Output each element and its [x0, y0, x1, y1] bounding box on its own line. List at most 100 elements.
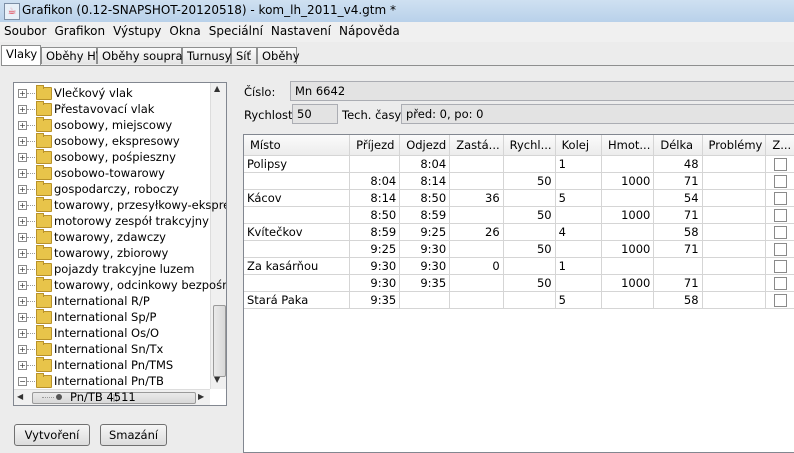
- table-cell[interactable]: 9:35: [349, 291, 401, 309]
- tree-leaf-item[interactable]: Pn/TB 4511: [14, 389, 210, 405]
- table-cell[interactable]: [449, 291, 504, 309]
- table-cell[interactable]: 5: [555, 189, 603, 207]
- tech-times-field[interactable]: před: 0, po: 0: [401, 104, 794, 124]
- tree-group-item[interactable]: + towarowy, odcinkowy bezpośred: [14, 277, 226, 293]
- menu-item-5[interactable]: Nastavení: [267, 22, 335, 38]
- expand-icon[interactable]: +: [18, 185, 27, 194]
- tab-1[interactable]: Oběhy HV: [41, 47, 104, 64]
- column-header[interactable]: Místo: [244, 135, 351, 156]
- menu-item-2[interactable]: Výstupy: [109, 22, 165, 38]
- table-cell[interactable]: 71: [653, 274, 703, 292]
- table-cell[interactable]: 9:25: [349, 240, 401, 258]
- row-checkbox-cell[interactable]: [765, 274, 794, 292]
- tree-group-item[interactable]: + motorowy zespół trakcyjny: [14, 213, 210, 229]
- table-cell[interactable]: 1: [555, 155, 603, 173]
- table-cell[interactable]: 8:50: [349, 206, 401, 224]
- menu-item-3[interactable]: Okna: [165, 22, 204, 38]
- table-cell[interactable]: [503, 257, 556, 275]
- table-cell[interactable]: Kácov: [244, 189, 351, 207]
- row-checkbox[interactable]: [774, 226, 788, 239]
- train-number-field[interactable]: Mn 6642: [290, 81, 794, 101]
- table-row[interactable]: Za kasárňou 9:30 9:30 0 1: [244, 257, 794, 275]
- table-cell[interactable]: [702, 172, 767, 190]
- table-cell[interactable]: [601, 223, 655, 241]
- table-cell[interactable]: 5: [555, 291, 603, 309]
- table-cell[interactable]: 8:59: [399, 206, 451, 224]
- table-cell[interactable]: [555, 274, 603, 292]
- tree-group-item[interactable]: + towarowy, zbiorowy: [14, 245, 210, 261]
- table-cell[interactable]: 8:04: [399, 155, 451, 173]
- table-row[interactable]: 9:25 9:30 50 1000 71: [244, 240, 794, 258]
- table-cell[interactable]: [555, 172, 603, 190]
- table-cell[interactable]: 1000: [601, 206, 655, 224]
- table-cell[interactable]: 9:30: [349, 274, 401, 292]
- row-checkbox[interactable]: [774, 175, 788, 188]
- table-row[interactable]: Polipsy 8:04 1 48: [244, 155, 794, 173]
- expand-icon[interactable]: +: [18, 361, 27, 370]
- table-cell[interactable]: Za kasárňou: [244, 257, 351, 275]
- tree-group-item[interactable]: + osobowy, ekspresowy: [14, 133, 210, 149]
- table-cell[interactable]: [601, 155, 655, 173]
- table-cell[interactable]: [702, 223, 767, 241]
- row-checkbox-cell[interactable]: [765, 291, 794, 309]
- expand-icon[interactable]: +: [18, 105, 27, 114]
- row-checkbox[interactable]: [774, 192, 788, 205]
- table-cell[interactable]: 9:30: [399, 240, 451, 258]
- expand-icon[interactable]: +: [18, 281, 27, 290]
- table-cell[interactable]: 8:14: [399, 172, 451, 190]
- tree-group-item[interactable]: + International Sn/Tx: [14, 341, 210, 357]
- table-cell[interactable]: 9:35: [399, 274, 451, 292]
- tree-vertical-scrollbar[interactable]: ▲ ▼: [210, 83, 226, 389]
- column-header[interactable]: Rychl...: [503, 135, 556, 156]
- table-cell[interactable]: 1000: [601, 172, 655, 190]
- tree-group-item[interactable]: + towarowy, zdawczy: [14, 229, 210, 245]
- collapse-icon[interactable]: −: [18, 377, 27, 386]
- table-cell[interactable]: 50: [503, 206, 556, 224]
- column-header[interactable]: Kolej: [555, 135, 603, 156]
- tree-group-item[interactable]: + International R/P: [14, 293, 210, 309]
- table-cell[interactable]: 54: [653, 189, 703, 207]
- table-cell[interactable]: 8:50: [399, 189, 451, 207]
- row-checkbox[interactable]: [774, 277, 788, 290]
- tree-group-item[interactable]: + osobowy, miejscowy: [14, 117, 210, 133]
- tree-group-item[interactable]: + International Pn/TMS: [14, 357, 210, 373]
- table-cell[interactable]: 8:59: [349, 223, 401, 241]
- row-checkbox[interactable]: [774, 243, 788, 256]
- table-cell[interactable]: 26: [449, 223, 504, 241]
- table-cell[interactable]: [244, 274, 351, 292]
- table-cell[interactable]: [653, 257, 703, 275]
- table-cell[interactable]: [555, 240, 603, 258]
- table-cell[interactable]: Kvítečkov: [244, 223, 351, 241]
- column-header[interactable]: Hmot...: [601, 135, 655, 156]
- row-checkbox-cell[interactable]: [765, 223, 794, 241]
- table-cell[interactable]: [244, 172, 351, 190]
- table-cell[interactable]: 48: [653, 155, 703, 173]
- row-checkbox-cell[interactable]: [765, 155, 794, 173]
- table-cell[interactable]: [399, 291, 451, 309]
- row-checkbox-cell[interactable]: [765, 240, 794, 258]
- delete-train-button[interactable]: Smazání: [100, 424, 167, 446]
- table-cell[interactable]: [349, 155, 401, 173]
- table-cell[interactable]: [702, 155, 767, 173]
- menu-item-6[interactable]: Nápověda: [335, 22, 404, 38]
- table-cell[interactable]: 0: [449, 257, 504, 275]
- table-row[interactable]: Kácov 8:14 8:50 36 5 54: [244, 189, 794, 207]
- expand-icon[interactable]: +: [18, 249, 27, 258]
- table-cell[interactable]: 1000: [601, 274, 655, 292]
- table-cell[interactable]: [702, 257, 767, 275]
- create-train-button[interactable]: Vytvoření: [14, 424, 90, 446]
- table-cell[interactable]: 9:30: [399, 257, 451, 275]
- table-row[interactable]: Kvítečkov 8:59 9:25 26 4 58: [244, 223, 794, 241]
- table-cell[interactable]: [503, 189, 556, 207]
- tree-group-item[interactable]: − International Pn/TB: [14, 373, 210, 389]
- train-type-tree[interactable]: ▲ ▼ ◀ ||| ▶ + Vlečkový vlak + Přestavovací …: [13, 82, 227, 406]
- row-checkbox[interactable]: [774, 209, 788, 222]
- table-cell[interactable]: [601, 291, 655, 309]
- table-cell[interactable]: [449, 155, 504, 173]
- expand-icon[interactable]: +: [18, 233, 27, 242]
- table-cell[interactable]: [702, 274, 767, 292]
- table-cell[interactable]: Stará Paka: [244, 291, 351, 309]
- expand-icon[interactable]: +: [18, 345, 27, 354]
- table-cell[interactable]: 1: [555, 257, 603, 275]
- table-cell[interactable]: [601, 257, 655, 275]
